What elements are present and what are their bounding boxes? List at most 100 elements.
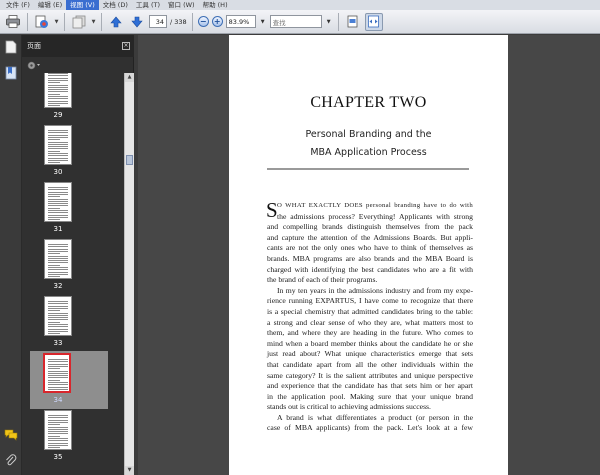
thumbnail-text-line bbox=[48, 391, 60, 392]
menu-item[interactable]: 窗口 (W) bbox=[164, 0, 199, 10]
page-thumbnail[interactable]: 30 bbox=[22, 125, 124, 182]
page-thumbnail[interactable]: 35 bbox=[22, 410, 124, 467]
page-thumbnail[interactable]: 32 bbox=[22, 239, 124, 296]
search-input[interactable] bbox=[269, 15, 322, 28]
menu-item[interactable]: 帮助 (H) bbox=[199, 0, 232, 10]
scroll-down-arrow[interactable]: ▼ bbox=[125, 466, 134, 475]
menu-item[interactable]: 编辑 (E) bbox=[34, 0, 66, 10]
zoom-out-button[interactable]: − bbox=[197, 16, 209, 27]
arrow-up-icon bbox=[110, 16, 122, 27]
thumbnail-text-line bbox=[48, 210, 68, 211]
menu-item[interactable]: 工具 (T) bbox=[132, 0, 164, 10]
zoom-input[interactable] bbox=[225, 15, 256, 28]
fit-width-button[interactable] bbox=[364, 12, 383, 31]
thumbnail-text-line bbox=[48, 262, 68, 264]
thumbnail-text-line bbox=[48, 384, 68, 386]
thumbnail-label: 31 bbox=[53, 225, 63, 233]
thumbnail-text-line bbox=[48, 153, 68, 154]
collaborate-dropdown[interactable]: ▼ bbox=[54, 13, 59, 31]
previous-page-button[interactable] bbox=[107, 13, 125, 31]
thumbnail-text-line bbox=[48, 312, 68, 314]
thumbnail-text-line bbox=[48, 79, 68, 81]
thumbnail-text-line bbox=[48, 264, 60, 266]
toolbar-separator bbox=[64, 12, 65, 31]
panel-options-button[interactable] bbox=[22, 57, 134, 73]
text-line: charged with identifying the best candid… bbox=[267, 264, 473, 274]
text-line: the brand of each of their programs. bbox=[267, 275, 378, 285]
thumbnail-text-line bbox=[48, 77, 68, 79]
menu-bar: 文件 (F) 编辑 (E) 视图 (V) 文档 (D) 工具 (T) 窗口 (W) 帮助 (… bbox=[0, 0, 600, 10]
text-line: case of MBA applicants) from the pack. L… bbox=[267, 423, 473, 433]
page-thumbnail[interactable]: 29 bbox=[22, 73, 124, 125]
thumbnail-text-line bbox=[48, 244, 68, 245]
thumbnail-text-line bbox=[48, 438, 68, 439]
panel-close-button[interactable]: × bbox=[122, 42, 130, 50]
thumbnail-text-line bbox=[48, 361, 68, 363]
menu-item[interactable]: 文件 (F) bbox=[2, 0, 34, 10]
subtitle-line: Personal Branding and the bbox=[305, 129, 432, 140]
thumbnail-text-line bbox=[48, 368, 60, 370]
scroll-thumb[interactable] bbox=[126, 155, 133, 165]
page-number-input[interactable] bbox=[149, 15, 167, 28]
thumbnail-text-line bbox=[48, 431, 68, 433]
thumbnail-text-line bbox=[48, 375, 68, 377]
thumbnail-list: 29 30 31 32 33 34 35 bbox=[22, 73, 124, 475]
bookmarks-panel-button[interactable] bbox=[3, 65, 19, 81]
thumbnail-text-line bbox=[48, 273, 68, 275]
thumbnail-text-line bbox=[48, 207, 60, 209]
thumbnail-text-line bbox=[48, 253, 60, 255]
fit-page-button[interactable] bbox=[344, 13, 362, 31]
next-page-button[interactable] bbox=[128, 13, 146, 31]
comments-panel-button[interactable] bbox=[3, 427, 19, 443]
thumbnail-text-line bbox=[48, 86, 68, 88]
thumbnail-text-line bbox=[48, 219, 60, 221]
collaborate-button[interactable] bbox=[33, 13, 51, 31]
thumbnail-text-line bbox=[48, 73, 68, 74]
menu-item[interactable]: 文档 (D) bbox=[99, 0, 132, 10]
text-line: that candidate apart from all the other … bbox=[267, 359, 473, 369]
thumbnail-label: 35 bbox=[53, 453, 63, 461]
text-line: and experience that the candidate has th… bbox=[267, 381, 473, 391]
thumbnail-text-line bbox=[48, 148, 68, 150]
thumbnail-label: 30 bbox=[53, 168, 63, 176]
pages-button[interactable] bbox=[70, 13, 88, 31]
thumbnail-text-line bbox=[48, 301, 68, 302]
thumbnail-page-image bbox=[44, 410, 72, 450]
thumbnail-scrollbar[interactable]: ▲ ▼ bbox=[124, 73, 134, 475]
thumbnail-text-line bbox=[48, 424, 60, 426]
text-line: rience running EXPARTUS, I have come to … bbox=[267, 296, 473, 306]
text-line: cants are not the only ones who have to … bbox=[267, 243, 473, 253]
page-thumbnails-icon bbox=[5, 40, 17, 54]
zoom-in-button[interactable]: + bbox=[211, 16, 223, 27]
panel-header: 页面 × bbox=[22, 35, 134, 57]
print-button[interactable] bbox=[4, 13, 22, 31]
pages-icon bbox=[72, 15, 86, 28]
thumbnail-text-line bbox=[48, 82, 60, 84]
scroll-up-arrow[interactable]: ▲ bbox=[125, 73, 134, 82]
text-line: is a special chemistry that admitted can… bbox=[267, 306, 473, 316]
panel-splitter[interactable] bbox=[134, 35, 138, 475]
thumbnail-text-line bbox=[48, 139, 60, 141]
thumbnail-text-line bbox=[48, 75, 68, 77]
thumbnail-label: 33 bbox=[53, 339, 63, 347]
toolbar-separator bbox=[191, 12, 193, 31]
thumbnail-text-line bbox=[48, 162, 60, 164]
thumbnail-text-line bbox=[48, 132, 68, 134]
menu-item[interactable]: 视图 (V) bbox=[66, 0, 99, 10]
chapter-title: CHAPTER TWO bbox=[310, 94, 427, 111]
collaborate-icon bbox=[35, 15, 48, 28]
zoom-dropdown[interactable]: ▼ bbox=[259, 15, 267, 28]
pages-dropdown[interactable]: ▼ bbox=[91, 13, 96, 31]
bookmark-icon bbox=[5, 66, 17, 80]
page-thumbnail[interactable]: 34 bbox=[22, 351, 124, 410]
thumbnail-text-line bbox=[48, 130, 68, 131]
thumbnail-text-line bbox=[48, 189, 68, 191]
search-dropdown[interactable]: ▼ bbox=[325, 15, 333, 28]
thumbnail-page-image bbox=[44, 182, 72, 222]
attachments-panel-button[interactable] bbox=[3, 453, 19, 469]
thumbnail-text-line bbox=[48, 216, 68, 218]
pages-panel-button[interactable] bbox=[3, 39, 19, 55]
page-thumbnail[interactable]: 33 bbox=[22, 296, 124, 353]
thumbnail-text-line bbox=[48, 98, 68, 100]
page-thumbnail[interactable]: 31 bbox=[22, 182, 124, 239]
